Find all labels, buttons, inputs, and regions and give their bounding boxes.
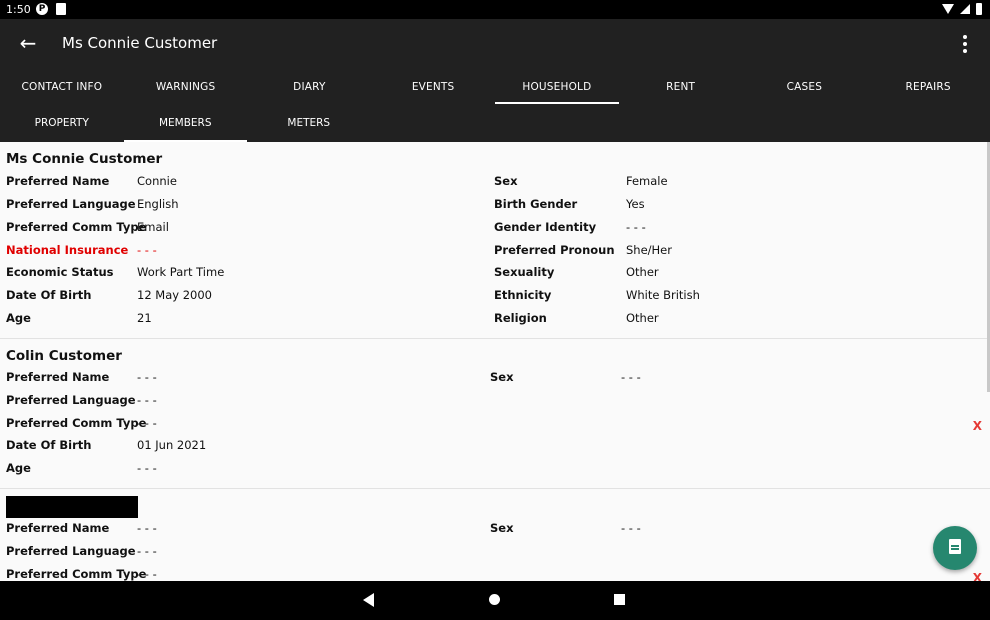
member-card: Preferred Name - - - Preferred Language … [0, 489, 990, 581]
field-label: Ethnicity [494, 288, 552, 302]
field-label: Sex [490, 521, 514, 535]
sd-card-icon [56, 3, 66, 15]
secondary-tabs: PROPERTY MEMBERS METERS [0, 105, 990, 142]
field-label: Preferred Language [6, 197, 136, 211]
field-label: Economic Status [6, 265, 114, 279]
field-value: - - - [137, 544, 157, 558]
tab-diary[interactable]: DIARY [248, 69, 372, 105]
field-label: Age [6, 461, 31, 475]
field-label: Birth Gender [494, 197, 578, 211]
field-label: Sex [490, 370, 514, 384]
field-value: Connie [137, 174, 177, 188]
arrow-left-icon: ← [19, 31, 37, 55]
field-label: Preferred Name [6, 174, 110, 188]
field-value: - - - [621, 521, 641, 535]
wifi-icon [942, 4, 954, 14]
national-insurance-label: National Insurance [6, 243, 129, 257]
field-value: White British [626, 288, 700, 302]
delete-member-button[interactable]: X [973, 419, 982, 433]
back-button[interactable]: ← [14, 31, 42, 57]
field-value: - - - [137, 393, 157, 407]
more-vert-icon[interactable] [954, 31, 976, 57]
field-label: Preferred Name [6, 370, 110, 384]
field-value: 21 [137, 311, 152, 325]
system-nav-bar [0, 581, 990, 620]
field-value: Other [626, 265, 659, 279]
field-label: Preferred Language [6, 393, 136, 407]
field-value: English [137, 197, 179, 211]
field-value: - - - [137, 370, 157, 384]
status-bar: 1:50 P [0, 0, 990, 19]
field-label: Sexuality [494, 265, 555, 279]
field-value: She/Her [626, 243, 672, 257]
signal-icon [960, 4, 970, 14]
field-label: Preferred Comm Type [6, 416, 147, 430]
field-value: - - - [137, 461, 157, 475]
field-value: Other [626, 311, 659, 325]
field-value: Yes [626, 197, 645, 211]
subtab-members[interactable]: MEMBERS [123, 105, 248, 142]
field-value: Work Part Time [137, 265, 225, 279]
field-label: Age [6, 311, 31, 325]
field-label: Preferred Comm Type [6, 567, 147, 581]
redacted-member-name [6, 496, 138, 518]
field-label: Preferred Pronoun [494, 243, 615, 257]
app-bar: ← Ms Connie Customer [0, 19, 990, 69]
tab-cases[interactable]: CASES [743, 69, 867, 105]
field-value: - - - [626, 220, 646, 234]
field-label: Religion [494, 311, 547, 325]
battery-icon [976, 3, 982, 15]
field-value: 01 Jun 2021 [137, 438, 207, 452]
tab-contact-info[interactable]: CONTACT INFO [0, 69, 124, 105]
member-card: Ms Connie Customer Preferred Name Connie… [0, 142, 990, 339]
primary-tabs: CONTACT INFO WARNINGS DIARY EVENTS HOUSE… [0, 69, 990, 105]
field-value: - - - [137, 567, 157, 581]
page-title: Ms Connie Customer [62, 34, 218, 52]
tab-rent[interactable]: RENT [619, 69, 743, 105]
national-insurance-value: - - - [137, 243, 157, 257]
field-value: - - - [621, 370, 641, 384]
tab-repairs[interactable]: REPAIRS [866, 69, 990, 105]
field-label: Preferred Language [6, 544, 136, 558]
field-value: - - - [137, 521, 157, 535]
nav-home-icon[interactable] [489, 594, 500, 605]
status-time: 1:50 [6, 3, 31, 16]
member-name: Colin Customer [6, 348, 122, 364]
field-label: Date Of Birth [6, 288, 92, 302]
tab-warnings[interactable]: WARNINGS [124, 69, 248, 105]
field-label: Date Of Birth [6, 438, 92, 452]
field-label: Preferred Comm Type [6, 220, 147, 234]
nav-recents-icon[interactable] [614, 594, 625, 605]
field-label: Preferred Name [6, 521, 110, 535]
member-card: Colin Customer Preferred Name - - - Pref… [0, 339, 990, 489]
members-list[interactable]: Ms Connie Customer Preferred Name Connie… [0, 142, 990, 581]
delete-member-button[interactable]: X [973, 571, 982, 581]
field-label: Sex [494, 174, 518, 188]
notification-icon: P [36, 3, 48, 15]
field-value: Female [626, 174, 668, 188]
subtab-meters[interactable]: METERS [247, 105, 371, 142]
field-value: 12 May 2000 [137, 288, 212, 302]
add-document-button[interactable] [933, 526, 977, 570]
field-value: Email [137, 220, 169, 234]
document-icon [949, 539, 961, 554]
field-label: Gender Identity [494, 220, 597, 234]
nav-back-icon[interactable] [363, 593, 374, 607]
status-icons [942, 3, 982, 15]
subtab-property[interactable]: PROPERTY [0, 105, 124, 142]
member-name: Ms Connie Customer [6, 151, 163, 167]
tab-household[interactable]: HOUSEHOLD [495, 69, 619, 105]
tab-events[interactable]: EVENTS [371, 69, 495, 105]
field-value: - - - [137, 416, 157, 430]
